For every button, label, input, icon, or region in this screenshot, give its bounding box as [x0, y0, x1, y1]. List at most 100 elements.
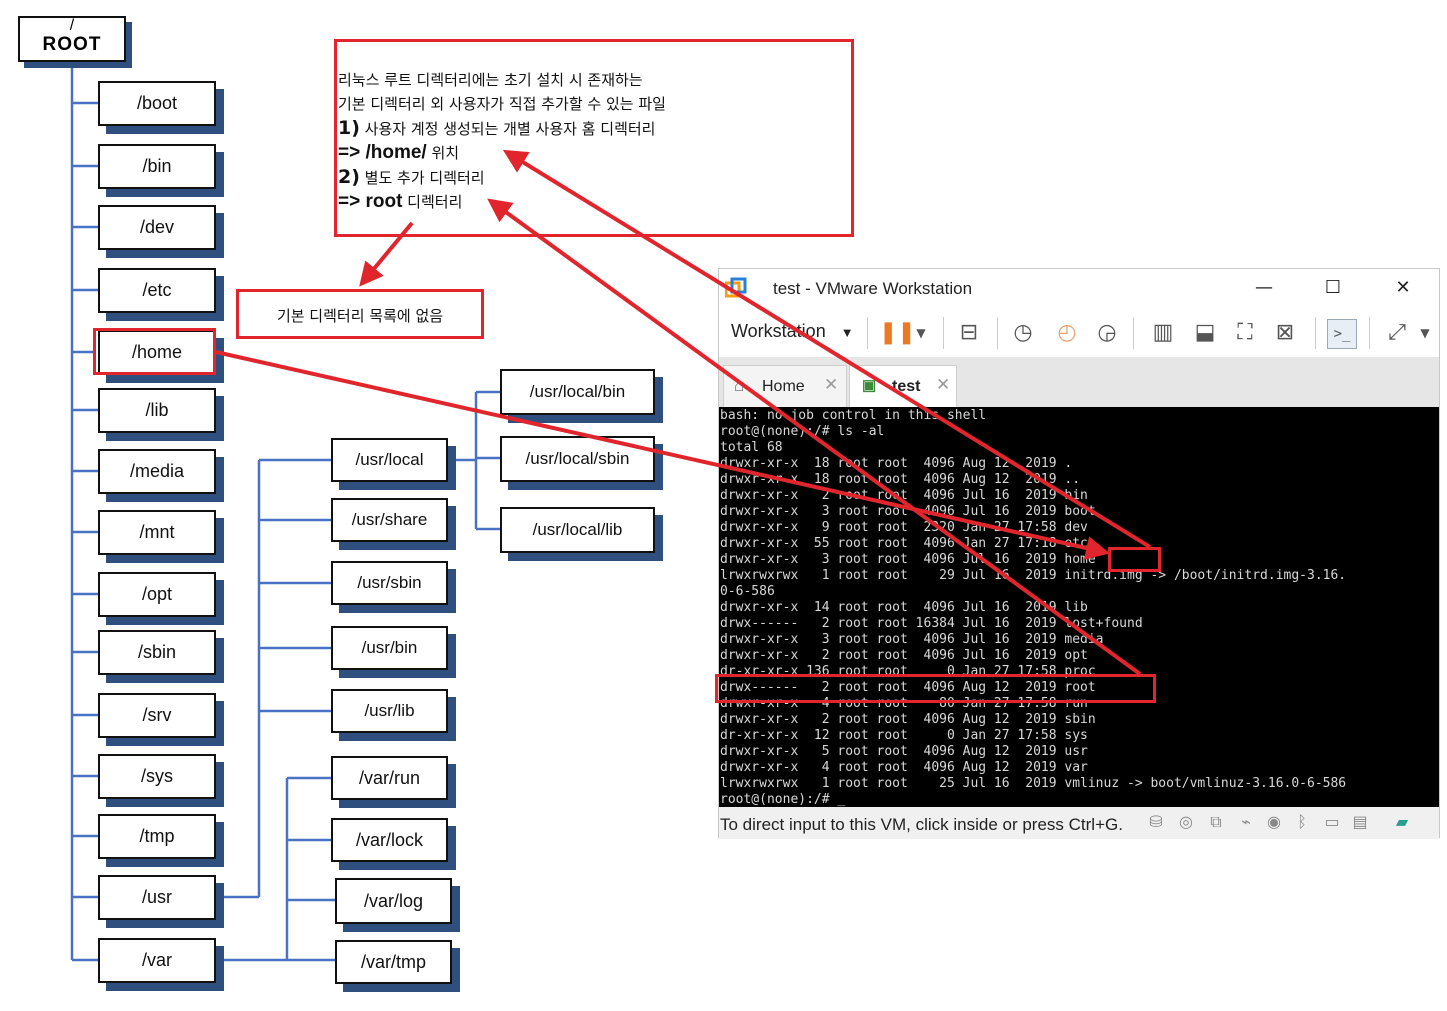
toolbar: Workstation ▼ ❚❚ ▼ ⊟ ◷ ◴ ◶ ▥ ⬓ ⛶ ⊠ >_ ⤢ … — [719, 307, 1439, 358]
terminal-line: drwx------ 2 root root 16384 Jul 16 2019… — [720, 616, 1143, 631]
terminal-line: drwxr-xr-x 55 root root 4096 Jan 27 17:1… — [720, 536, 1088, 551]
printer-icon[interactable]: ▭ — [1321, 811, 1343, 833]
display-icon[interactable]: ▤ — [1349, 811, 1371, 833]
library-view-icon[interactable]: ▥ — [1149, 319, 1177, 347]
toolbar-separator — [1369, 317, 1370, 349]
workstation-menu-label: Workstation — [731, 321, 826, 341]
terminal-line: drwxr-xr-x 3 root root 4096 Jul 16 2019 … — [720, 504, 1096, 519]
dir-srv: /srv — [98, 693, 216, 738]
tab-bar: ⌂ Home ✕ ▣ test ✕ — [719, 357, 1439, 407]
dir-usr-lib: /usr/lib — [331, 689, 448, 733]
root-entry-highlight — [715, 674, 1156, 703]
send-ctrl-alt-del-icon[interactable]: ⊟ — [955, 319, 983, 347]
status-message: To direct input to this VM, click inside… — [720, 815, 1123, 834]
dir-usr: /usr — [98, 875, 216, 920]
toolbar-separator — [997, 317, 998, 349]
dir-tmp: /tmp — [98, 814, 216, 859]
stretch-view-icon[interactable]: ⤢ — [1383, 319, 1411, 347]
terminal-line: lrwxrwxrwx 1 root root 25 Jul 16 2019 vm… — [720, 776, 1347, 791]
title-bar[interactable]: test - VMware Workstation — ☐ ✕ — [719, 269, 1439, 307]
note-line-5-text: 별도 추가 디렉터리 — [359, 169, 485, 187]
terminal-line: root@(none):/# ls -al — [720, 424, 885, 439]
toolbar-separator — [943, 317, 944, 349]
tab-test-label: test — [892, 378, 921, 395]
tab-home-label: Home — [762, 378, 805, 395]
maximize-button[interactable]: ☐ — [1316, 275, 1350, 301]
vm-console[interactable]: bash: no job control in this shell root@… — [719, 407, 1439, 807]
dir-media: /media — [98, 449, 216, 494]
pause-dropdown-icon[interactable]: ▼ — [907, 319, 935, 347]
thumbnail-view-icon[interactable]: ⬓ — [1191, 319, 1219, 347]
terminal-line: drwxr-xr-x 3 root root 4096 Jul 16 2019 … — [720, 632, 1104, 647]
hard-disk-icon[interactable]: ⛁ — [1145, 811, 1167, 833]
vmware-logo-icon — [725, 277, 747, 298]
terminal-line: drwxr-xr-x 2 root root 4096 Aug 12 2019 … — [720, 712, 1096, 727]
tab-home[interactable]: ⌂ Home ✕ — [723, 365, 847, 407]
terminal-line: drwxr-xr-x 5 root root 4096 Aug 12 2019 … — [720, 744, 1088, 759]
revert-snapshot-icon[interactable]: ◴ — [1053, 319, 1081, 347]
dir-sbin: /sbin — [98, 630, 216, 675]
vm-icon: ▣ — [862, 377, 877, 394]
console-view-icon[interactable]: >_ — [1327, 319, 1357, 349]
note-line-1: 리눅스 루트 디렉터리에는 초기 설치 시 존재하는 — [338, 71, 643, 89]
message-log-icon[interactable]: ▰ — [1391, 811, 1413, 833]
snapshot-icon[interactable]: ◷ — [1009, 319, 1037, 347]
pause-icon[interactable]: ❚❚ — [879, 319, 916, 347]
dir-boot: /boot — [98, 81, 216, 126]
home-entry-highlight — [1108, 547, 1161, 572]
terminal-line: 0-6-586 — [720, 584, 775, 599]
dir-usr-sbin: /usr/sbin — [331, 561, 448, 605]
note-line-5: 2) 별도 추가 디렉터리 — [338, 165, 838, 190]
terminal-line: drwxr-xr-x 14 root root 4096 Jul 16 2019… — [720, 600, 1088, 615]
sound-icon[interactable]: ◉ — [1263, 811, 1285, 833]
full-screen-icon[interactable]: ⛶ — [1231, 319, 1259, 347]
close-button[interactable]: ✕ — [1386, 275, 1420, 301]
toolbar-separator — [1133, 317, 1134, 349]
network-icon[interactable]: ⧉ — [1205, 811, 1227, 833]
dir-sys: /sys — [98, 754, 216, 799]
note-text: 리눅스 루트 디렉터리에는 초기 설치 시 존재하는 기본 디렉터리 외 사용자… — [338, 68, 838, 214]
dir-usr-bin: /usr/bin — [331, 626, 448, 670]
toolbar-separator — [867, 317, 868, 349]
terminal-line: drwxr-xr-x 3 root root 4096 Jul 16 2019 … — [720, 552, 1096, 567]
root-label: ROOT — [42, 34, 102, 55]
dir-var-lock: /var/lock — [331, 818, 448, 862]
terminal-line: bash: no job control in this shell — [720, 408, 987, 423]
terminal-line: drwxr-xr-x 18 root root 4096 Aug 12 2019… — [720, 456, 1073, 471]
terminal-line: drwxr-xr-x 2 root root 4096 Jul 16 2019 … — [720, 648, 1088, 663]
status-bar: To direct input to this VM, click inside… — [719, 807, 1439, 839]
terminal-line: drwxr-xr-x 9 root root 2320 Jan 27 17:58… — [720, 520, 1088, 535]
note-line-4-text: 위치 — [426, 144, 460, 162]
workstation-menu[interactable]: Workstation ▼ — [731, 321, 854, 342]
tab-home-close-icon[interactable]: ✕ — [824, 375, 838, 395]
note-line-4-arrow: => /home/ — [338, 142, 427, 163]
home-icon: ⌂ — [734, 376, 745, 395]
chevron-down-icon: ▼ — [840, 325, 854, 340]
dir-lib: /lib — [98, 388, 216, 433]
window-title: test - VMware Workstation — [773, 279, 973, 298]
dir-var: /var — [98, 938, 216, 983]
snapshot-manager-icon[interactable]: ◶ — [1093, 319, 1121, 347]
note-line-5-num: 2) — [338, 166, 360, 188]
dir-usr-local-bin: /usr/local/bin — [500, 369, 655, 415]
usb-icon[interactable]: ⌁ — [1235, 811, 1257, 833]
bluetooth-icon[interactable]: ᛒ — [1291, 811, 1313, 833]
stretch-dropdown-icon[interactable]: ▼ — [1411, 319, 1439, 347]
dir-var-run: /var/run — [331, 756, 448, 800]
note-line-3-text: 사용자 계정 생성되는 개별 사용자 홈 디렉터리 — [359, 120, 656, 138]
note-line-4: => /home/ 위치 — [338, 141, 838, 165]
vmware-window[interactable]: test - VMware Workstation — ☐ ✕ Workstat… — [718, 268, 1440, 839]
home-highlight-box — [93, 328, 216, 375]
minimize-button[interactable]: — — [1247, 275, 1281, 301]
cd-rom-icon[interactable]: ◎ — [1175, 811, 1197, 833]
dir-usr-local-lib: /usr/local/lib — [500, 507, 655, 553]
terminal-line: lrwxrwxrwx 1 root root 29 Jul 16 2019 in… — [720, 568, 1347, 583]
dir-mnt: /mnt — [98, 510, 216, 555]
root-slash: / — [69, 17, 75, 34]
note-line-6-arrow: => root — [338, 191, 403, 212]
tab-test-close-icon[interactable]: ✕ — [936, 375, 950, 395]
unity-icon[interactable]: ⊠ — [1271, 319, 1299, 347]
dir-var-tmp: /var/tmp — [335, 940, 452, 984]
tab-test[interactable]: ▣ test ✕ — [849, 365, 957, 407]
dir-opt: /opt — [98, 572, 216, 617]
